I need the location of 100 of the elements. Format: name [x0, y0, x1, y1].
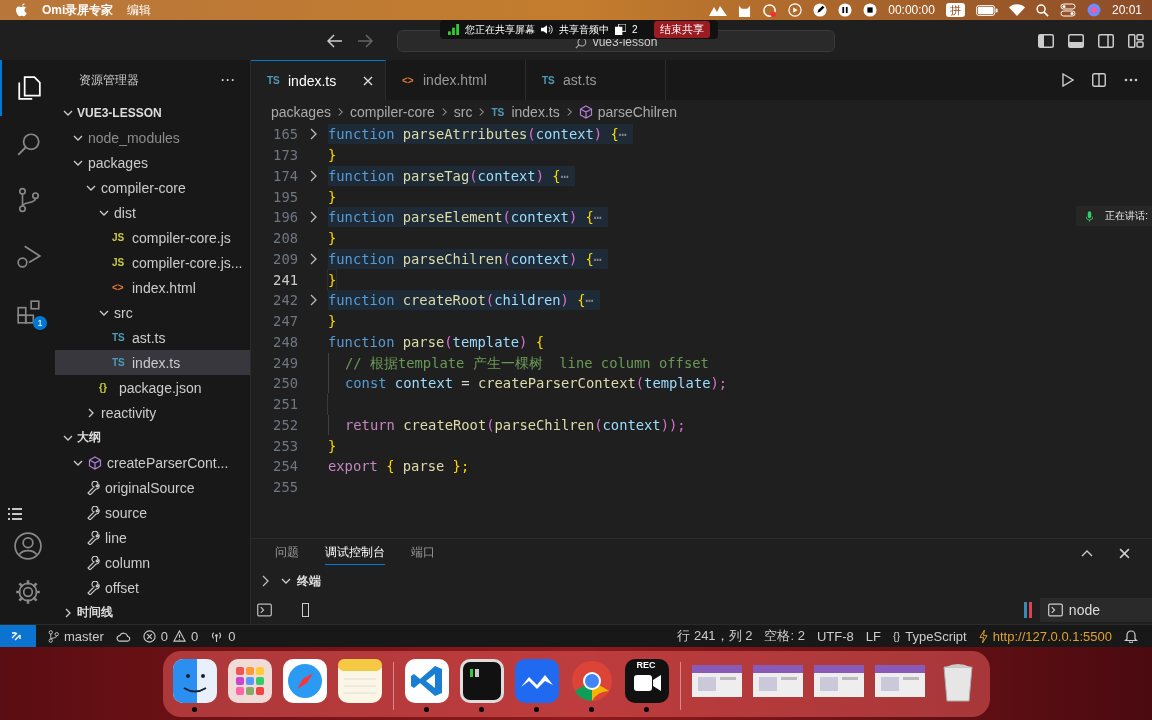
section-header[interactable]: VUE3-LESSON	[55, 100, 250, 125]
maximize-chevron-icon[interactable]	[1081, 549, 1093, 557]
play-bug-icon	[15, 243, 42, 269]
clock[interactable]: 20:01	[1111, 3, 1142, 17]
compass-icon[interactable]	[282, 659, 327, 703]
fold-chevron-icon[interactable]	[309, 128, 317, 141]
wifi-icon[interactable]	[1008, 4, 1025, 16]
battery-icon[interactable]	[975, 4, 998, 16]
tree-item[interactable]: source	[55, 500, 250, 525]
control-center-icon[interactable]	[1059, 3, 1076, 17]
play-icon[interactable]	[788, 3, 803, 17]
list-icon[interactable]	[7, 508, 22, 520]
panel-toggle-icon[interactable]	[1068, 34, 1084, 48]
tree-item[interactable]: line	[55, 525, 250, 550]
cloud-icon[interactable]	[115, 630, 131, 642]
breadcrumb-item[interactable]: TS index.ts	[491, 104, 560, 120]
terminal-icon[interactable]	[257, 602, 272, 617]
remote-icon[interactable]	[0, 625, 36, 647]
section-header[interactable]: 大纲	[55, 425, 250, 450]
more-actions-button[interactable]: ···	[221, 73, 236, 87]
breadcrumb-item[interactable]: packages	[271, 104, 331, 120]
search-icon[interactable]	[1035, 3, 1049, 17]
line-ending[interactable]: LF	[865, 628, 881, 644]
fold-chevron-icon[interactable]	[309, 294, 317, 307]
account-icon[interactable]	[13, 532, 42, 560]
settings-icon[interactable]	[13, 578, 42, 606]
indentation[interactable]: 空格: 2	[764, 627, 805, 645]
breadcrumb-item[interactable]: parseChilren	[578, 104, 678, 120]
forward-arrow-icon[interactable]	[357, 34, 373, 48]
breadcrumb-item[interactable]: compiler-core	[349, 104, 435, 120]
editor-tab[interactable]: TS index.ts	[251, 60, 386, 100]
tree-item[interactable]: TS ast.ts	[55, 325, 250, 350]
tree-item[interactable]: column	[55, 550, 250, 575]
activity-bar-item[interactable]: 1	[0, 284, 55, 340]
tree-item[interactable]: dist	[55, 200, 250, 225]
close-icon[interactable]	[363, 75, 373, 86]
more-icon[interactable]	[1124, 78, 1138, 82]
tree-item[interactable]: node_modules	[55, 125, 250, 150]
stop-sharing-button[interactable]: 结束共享	[653, 21, 710, 38]
notepad-icon[interactable]	[337, 659, 382, 703]
windows-icon[interactable]	[615, 24, 626, 35]
cursor-position[interactable]: 行 241，列 2	[677, 627, 753, 645]
back-arrow-icon[interactable]	[327, 34, 343, 48]
video-camera-icon[interactable]: REC	[624, 659, 669, 703]
tree-item[interactable]: reactivity	[55, 400, 250, 425]
section-header[interactable]: 时间线	[55, 600, 250, 624]
tree-item[interactable]: TS index.ts	[55, 350, 250, 375]
input-method-indicator[interactable]: 拼	[945, 3, 965, 17]
code-editor-icon[interactable]	[404, 659, 449, 703]
terminal-icon[interactable]	[459, 659, 504, 703]
tree-item[interactable]: JS compiler-core.js	[55, 225, 250, 250]
live-server-link[interactable]: http://127.0.0.1:5500	[978, 628, 1112, 644]
fold-chevron-icon[interactable]	[309, 252, 317, 265]
panel-tab[interactable]: 端口	[411, 541, 435, 565]
record-icon[interactable]	[762, 2, 778, 18]
tree-item[interactable]: compiler-core	[55, 175, 250, 200]
browser-icon[interactable]	[569, 659, 614, 703]
chevron-right-icon[interactable]	[261, 575, 269, 587]
tree-item[interactable]: offset	[55, 575, 250, 600]
layout-icon[interactable]	[1128, 34, 1144, 48]
problems-indicator[interactable]: 0 0	[142, 628, 199, 644]
tree-item[interactable]: packages	[55, 150, 250, 175]
mountain-icon[interactable]	[709, 4, 728, 16]
split-editor-icon[interactable]	[1092, 73, 1106, 87]
tree-item[interactable]: originalSource	[55, 475, 250, 500]
tree-item[interactable]: {} package.json	[55, 375, 250, 400]
terminal-section-header[interactable]: 终端	[281, 572, 321, 590]
bell-icon[interactable]	[1124, 629, 1138, 643]
close-icon[interactable]	[1119, 547, 1130, 559]
ports-indicator[interactable]: 0	[210, 628, 236, 644]
panel-tab[interactable]: 调试控制台	[325, 541, 385, 565]
sidebar-toggle-icon[interactable]	[1038, 34, 1054, 48]
tree-item[interactable]: src	[55, 300, 250, 325]
run-icon[interactable]	[1062, 73, 1074, 87]
app-grid-icon[interactable]	[227, 659, 272, 703]
app-name[interactable]: Omi录屏专家	[42, 1, 114, 19]
cat-icon[interactable]	[738, 3, 752, 17]
panel-tab[interactable]: 问题	[275, 541, 299, 565]
menu-item[interactable]: 编辑	[127, 1, 152, 19]
encoding[interactable]: UTF-8	[816, 628, 854, 644]
speaker-icon[interactable]	[541, 24, 553, 35]
language-mode[interactable]: {} TypeScript	[892, 628, 967, 644]
fold-chevron-icon[interactable]	[309, 169, 317, 182]
branch-indicator[interactable]: master	[48, 628, 104, 644]
stop-icon[interactable]	[863, 3, 878, 17]
breadcrumb-item[interactable]: src	[453, 104, 473, 120]
pen-icon[interactable]	[813, 3, 828, 17]
wave-app-icon[interactable]	[514, 659, 559, 703]
fold-chevron-icon[interactable]	[309, 211, 317, 224]
tree-item[interactable]: createParserCont...	[55, 450, 250, 475]
tree-item[interactable]: JS compiler-core.js...	[55, 250, 250, 275]
editor-tab[interactable]: TS ast.ts	[526, 60, 666, 100]
editor-tab[interactable]: <> index.html	[386, 60, 526, 100]
tree-item[interactable]: <> index.html	[55, 275, 250, 300]
apple-icon[interactable]	[16, 3, 28, 17]
secondary-sidebar-icon[interactable]	[1098, 34, 1114, 48]
wrench-icon	[86, 530, 100, 545]
terminal-tab[interactable]: node	[1039, 597, 1152, 622]
pause-icon[interactable]	[838, 3, 853, 17]
smiling-face-icon[interactable]	[172, 659, 217, 703]
